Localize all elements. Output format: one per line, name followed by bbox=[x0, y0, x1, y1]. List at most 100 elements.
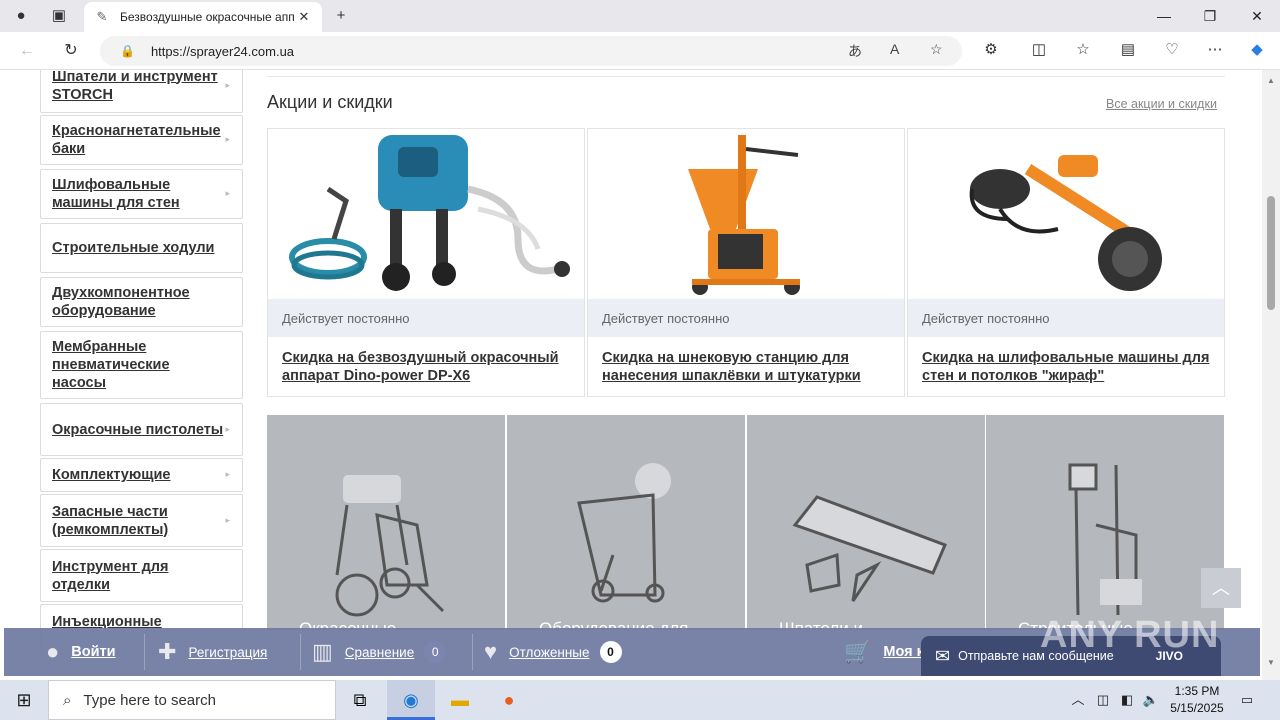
url-field[interactable]: 🔒 https://sprayer24.com.ua あ A ☆ bbox=[100, 36, 962, 66]
extensions-icon[interactable]: ⚙ bbox=[980, 40, 1002, 58]
chevron-right-icon: ▸ bbox=[225, 79, 230, 90]
wifi-icon[interactable]: ◧ bbox=[1116, 680, 1138, 720]
favorite-star-icon[interactable]: ☆ bbox=[930, 41, 943, 58]
performance-icon[interactable]: ♡ bbox=[1161, 40, 1183, 58]
scroll-up-icon[interactable]: ▲ bbox=[1262, 76, 1280, 85]
category-tile[interactable]: Шпатели и bbox=[747, 415, 985, 630]
sidebar-item-sanders[interactable]: Шлифовальные машины для стен ▸ bbox=[40, 169, 243, 219]
page-scrollbar[interactable]: ▲ ▼ bbox=[1262, 70, 1280, 680]
read-aloud-icon[interactable]: A bbox=[890, 41, 899, 57]
scroll-down-icon[interactable]: ▼ bbox=[1262, 658, 1280, 667]
os-taskbar: ⊞ ⌕ Type here to search ⧉ ◉ ▬ ● ︿ ◫ ◧ 🔈 … bbox=[0, 680, 1280, 720]
wall-sander-image[interactable] bbox=[908, 129, 1224, 299]
cart-link[interactable]: 🛒 Моя к bbox=[844, 628, 924, 676]
sidebar-item-two-component[interactable]: Двухкомпонентное оборудование bbox=[40, 277, 243, 327]
site-favicon-icon: ✎ bbox=[96, 9, 108, 24]
sidebar-item-finishing-tools[interactable]: Инструмент для отделки bbox=[40, 549, 243, 602]
register-link[interactable]: ✚ Регистрация bbox=[158, 628, 267, 676]
more-menu-icon[interactable]: ⋯ bbox=[1204, 40, 1226, 58]
heart-icon: ♥ bbox=[484, 639, 498, 664]
compare-label: Сравнение bbox=[344, 644, 415, 660]
category-tile[interactable]: Окрасочные bbox=[267, 415, 505, 630]
close-window-icon[interactable]: ✕ bbox=[1234, 0, 1280, 32]
restore-icon[interactable]: ❐ bbox=[1187, 0, 1233, 32]
edge-browser-icon[interactable]: ◉ bbox=[387, 680, 435, 720]
split-screen-icon[interactable]: ◫ bbox=[1028, 40, 1050, 58]
sidebar-item-accessories[interactable]: Комплектующие ▸ bbox=[40, 458, 243, 492]
sidebar-item-label: Инструмент для отделки bbox=[52, 558, 169, 593]
sidebar-item-spray-guns[interactable]: Окрасочные пистолеты ▸ bbox=[40, 403, 243, 456]
compare-link[interactable]: ▥ Сравнение 0 bbox=[312, 628, 447, 676]
tab-actions-icon[interactable]: ▣ bbox=[48, 6, 70, 26]
tray-overflow-icon[interactable]: ︿ bbox=[1068, 680, 1088, 720]
scroll-thumb[interactable] bbox=[1267, 196, 1275, 310]
promo-title[interactable]: Скидка на шнековую станцию для нанесения… bbox=[602, 349, 894, 385]
sidebar-item-spare-parts[interactable]: Запасные части (ремкомплекты) ▸ bbox=[40, 494, 243, 547]
category-tile[interactable]: Оборудование для bbox=[507, 415, 745, 630]
scroll-to-top-button[interactable]: ︿ bbox=[1201, 568, 1241, 608]
promo-duration: Действует постоянно bbox=[588, 299, 904, 337]
promo-duration: Действует постоянно bbox=[268, 299, 584, 337]
firefox-icon[interactable]: ● bbox=[485, 680, 533, 720]
search-icon: ⌕ bbox=[63, 691, 72, 709]
clock-date: 5/15/2025 bbox=[1170, 701, 1224, 715]
tab-active[interactable]: ✎ Безвоздушные окрасочные апп ✕ bbox=[84, 2, 322, 32]
clock-time: 1:35 PM bbox=[1174, 684, 1220, 698]
minimize-icon[interactable]: — bbox=[1141, 0, 1187, 32]
system-clock[interactable]: 1:35 PM 5/15/2025 bbox=[1160, 683, 1234, 717]
airless-sprayer-image[interactable] bbox=[268, 129, 584, 299]
file-explorer-icon[interactable]: ▬ bbox=[436, 680, 484, 720]
register-label: Регистрация bbox=[188, 644, 268, 660]
refresh-icon[interactable]: ↻ bbox=[60, 40, 82, 62]
sidebar-item-membrane-pumps[interactable]: Мембранные пневматические насосы bbox=[40, 331, 243, 399]
plaster-station-outline-icon bbox=[577, 463, 671, 603]
tab-close-icon[interactable]: ✕ bbox=[296, 9, 312, 25]
sidebar-item-tanks[interactable]: Краснонагнетательные баки ▸ bbox=[40, 115, 243, 165]
login-link[interactable]: ● Войти bbox=[46, 628, 116, 676]
task-view-icon[interactable]: ⧉ bbox=[336, 680, 384, 720]
profile-icon[interactable]: ● bbox=[10, 6, 32, 26]
promo-card[interactable]: Действует постоянно Скидка на шлифовальн… bbox=[907, 128, 1225, 397]
category-tile[interactable]: Строительные bbox=[986, 415, 1224, 630]
url-text: https://sprayer24.com.ua bbox=[150, 43, 295, 59]
back-icon[interactable]: ← bbox=[16, 40, 38, 62]
promo-title[interactable]: Скидка на шлифовальные машины для стен и… bbox=[922, 349, 1214, 385]
web-page: Шпатели и инструмент STORCH ▸ Краснонагн… bbox=[0, 70, 1262, 680]
chevron-right-icon: ▸ bbox=[225, 514, 230, 525]
collections-icon[interactable]: ▤ bbox=[1117, 40, 1139, 58]
cart-icon: 🛒 bbox=[844, 639, 872, 664]
bar-chart-icon: ▥ bbox=[312, 639, 333, 664]
sidebar-item-label: Окрасочные пистолеты bbox=[52, 421, 224, 438]
promo-title[interactable]: Скидка на безвоздушный окрасочный аппара… bbox=[282, 349, 574, 385]
all-promos-link[interactable]: Все акции и скидки bbox=[1106, 97, 1217, 111]
sidebar-item-storch[interactable]: Шпатели и инструмент STORCH ▸ bbox=[40, 70, 243, 113]
copilot-icon[interactable]: ◆ bbox=[1246, 40, 1268, 58]
sprayer-outline-icon bbox=[335, 475, 445, 617]
chevron-right-icon: ▸ bbox=[225, 469, 230, 479]
login-label: Войти bbox=[71, 644, 116, 660]
favorites-icon[interactable]: ☆ bbox=[1072, 40, 1094, 58]
deferred-link[interactable]: ♥ Отложенные 0 bbox=[484, 628, 622, 676]
taskbar-search-input[interactable]: ⌕ Type here to search bbox=[48, 680, 336, 720]
deferred-count-badge: 0 bbox=[599, 641, 622, 663]
volume-icon[interactable]: 🔈 bbox=[1140, 680, 1162, 720]
network-icon[interactable]: ◫ bbox=[1092, 680, 1114, 720]
screw-station-image[interactable] bbox=[588, 129, 904, 299]
section-title: Акции и скидки bbox=[267, 92, 393, 112]
chevron-right-icon: ▸ bbox=[225, 134, 230, 144]
notifications-icon[interactable]: ▭ bbox=[1236, 680, 1258, 720]
deferred-label: Отложенные bbox=[509, 644, 590, 660]
new-tab-icon[interactable]: + bbox=[330, 6, 352, 26]
divider bbox=[300, 634, 301, 670]
sidebar-item-stilts[interactable]: Строительные ходули bbox=[40, 223, 243, 273]
sidebar-item-label: Краснонагнетательные баки bbox=[52, 123, 221, 157]
tab-strip: ● ▣ ✎ Безвоздушные окрасочные апп ✕ + — … bbox=[0, 0, 1280, 32]
promo-card[interactable]: Действует постоянно Скидка на безвоздушн… bbox=[267, 128, 585, 397]
promo-card[interactable]: Действует постоянно Скидка на шнековую с… bbox=[587, 128, 905, 397]
divider bbox=[267, 76, 1225, 77]
spatula-outline-icon bbox=[792, 495, 947, 602]
sidebar-item-label: Запасные части (ремкомплекты) bbox=[52, 503, 169, 538]
windows-start-icon[interactable]: ⊞ bbox=[0, 680, 48, 720]
translate-icon[interactable]: あ bbox=[848, 41, 862, 61]
chevron-right-icon: ▸ bbox=[225, 188, 230, 198]
